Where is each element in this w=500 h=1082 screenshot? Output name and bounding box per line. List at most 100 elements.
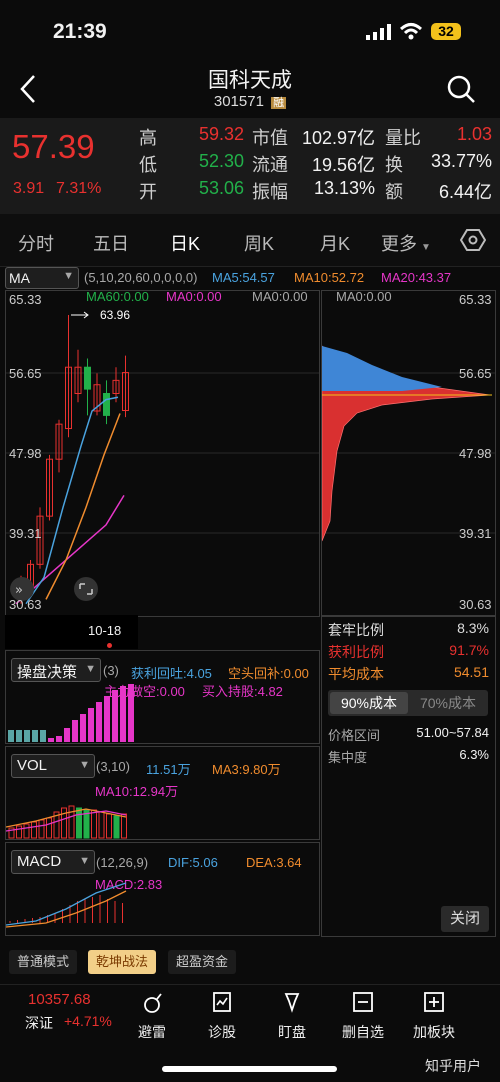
tab-label: 日K [170,234,201,254]
stat-value: 19.56亿 [311,155,375,175]
tab-3[interactable]: 周K [244,230,274,256]
volume-bar [16,825,22,839]
tab-0[interactable]: 分时 [18,230,54,256]
macd-dea: DEA:3.64 [246,855,302,870]
stat-label: 额 [385,182,403,202]
ma-legend: MA ▼ (5,10,20,60,0,0,0,0) MA5:54.57 MA10… [0,266,500,290]
battery-icon: 32 [431,23,461,40]
macd-selector-label: MACD [17,853,62,870]
concentration-value: 6.3% [459,747,489,762]
stat-value: 13.13% [313,178,375,198]
macd-param: (12,26,9) [96,855,149,870]
decision-bar [56,736,62,742]
stock-header: 国科天成 301571 融 [0,62,500,118]
nav-label: 盯盘 [278,1024,306,1040]
chip-stat-label: 套牢比例 [328,622,384,638]
stock-code-line: 301571 融 [0,93,500,110]
macd-dea-line [6,890,127,928]
macd-panel: MACD ▼ (12,26,9) DIF:5.06 DEA:3.64 MACD:… [5,842,320,936]
price-range-label: 价格区间 [328,728,381,743]
close-button[interactable]: 关闭 [441,906,489,932]
decision-item-3: 主力做空:0.00 [104,684,185,699]
period-tabs: 分时 五日 日K 周K 月K 更多 ▼ [0,214,500,267]
decision-item-4: 买入持股:4.82 [202,684,283,699]
tab-label: 月K [320,234,351,254]
settings-hexagon-icon[interactable] [460,228,486,252]
decision-bar [104,696,110,742]
decision-selector-label: 操盘决策 [17,664,78,681]
index-change: +4.71% [64,1013,112,1029]
chip-loss-area [322,346,442,391]
macd-dif: DIF:5.06 [168,855,218,870]
bomb-icon [144,993,162,1013]
volume-ma3: MA3:9.80万 [212,762,281,777]
decision-item-1: 获利回吐:4.05 [131,666,212,681]
macd-selector[interactable]: MACD ▼ [11,850,95,874]
nav-button-4[interactable]: 加板块 [404,991,464,1042]
volume-selector[interactable]: VOL ▼ [11,754,95,778]
max-marker-label: 63.96 [100,308,130,322]
nav-label: 加板块 [413,1024,455,1040]
search-icon[interactable] [446,74,476,104]
fullscreen-icon [74,577,98,601]
nav-label: 避雷 [138,1024,166,1040]
mode-button-2[interactable]: 超盈资金 [168,950,237,974]
decision-panel: 操盘决策 ▼ (3) 获利回吐:4.05 空头回补:0.00 主力做空:0.00… [5,650,320,744]
macd-value: MACD:2.83 [95,877,163,892]
profile-y-label: 65.33 [459,292,492,307]
nav-button-0[interactable]: 避雷 [122,991,182,1042]
chip-stat-value: 91.7% [449,642,489,658]
kline-y-label: 56.65 [9,366,42,381]
nav-button-2[interactable]: 盯盘 [262,991,322,1042]
tab-5[interactable]: 更多 ▼ [381,230,431,256]
nav-label: 删自选 [342,1024,384,1040]
stat-label: 高 [139,128,157,148]
chip-stat-label: 获利比例 [328,644,384,660]
stat-label: 开 [139,182,157,202]
tab-1[interactable]: 五日 [93,230,129,256]
status-time: 21:39 [53,20,107,43]
volume-bar [98,811,105,839]
volume-ma10: MA10:12.94万 [95,784,179,799]
tab-4[interactable]: 月K [320,230,350,256]
add-sector-icon [424,992,444,1012]
volume-bar [46,817,52,839]
decision-bar [32,730,38,742]
decision-bar [72,720,78,742]
stat-value: 53.06 [198,178,244,198]
volume-param: (3,10) [96,759,130,774]
tab-label: 分时 [18,234,54,254]
stat-value: 102.97亿 [301,128,375,148]
nav-button-1[interactable]: 诊股 [192,991,252,1042]
candle-body [84,366,91,390]
indicator-selector[interactable]: MA ▼ [5,267,79,289]
date-label: 10-18 [88,623,122,638]
candle-body [103,392,110,416]
mode-button-1[interactable]: 乾坤战法 [88,950,157,974]
decision-bar [48,738,54,742]
volume-bar [91,809,97,839]
cost-70-tab[interactable]: 70%成本 [410,692,486,714]
ma-params: (5,10,20,60,0,0,0,0) [84,270,198,285]
decision-bar [64,728,70,742]
profile-y-label: 56.65 [459,366,492,381]
volume-bar [8,827,15,839]
kline-chart[interactable]: 63.96 » [5,290,320,617]
mode-button-0[interactable]: 普通模式 [9,950,78,974]
cost-90-tab[interactable]: 90%成本 [330,692,408,714]
profile-y-label: 47.98 [459,446,492,461]
chevron-down-icon: ▼ [63,270,74,282]
remove-watchlist-icon [353,992,373,1012]
volume-ma3-line [6,808,127,828]
chevron-down-icon: ▼ [85,663,96,675]
profile-y-label: 30.63 [459,597,492,612]
quote-panel: 57.39 3.91 7.31% 高 59.32 低 52.30 开 53.06 市值 102… [0,118,500,214]
nav-button-3[interactable]: 删自选 [333,991,393,1042]
volume-ma10-line [6,810,127,832]
volume-bar [121,813,127,839]
volume-panel: VOL ▼ (3,10) 11.51万 MA3:9.80万 MA10:12.94… [5,746,320,840]
decision-selector[interactable]: 操盘决策 ▼ [11,658,101,682]
tab-2[interactable]: 日K [170,230,200,256]
volume-bar [61,807,67,839]
chip-stat-value: 54.51 [453,664,489,680]
